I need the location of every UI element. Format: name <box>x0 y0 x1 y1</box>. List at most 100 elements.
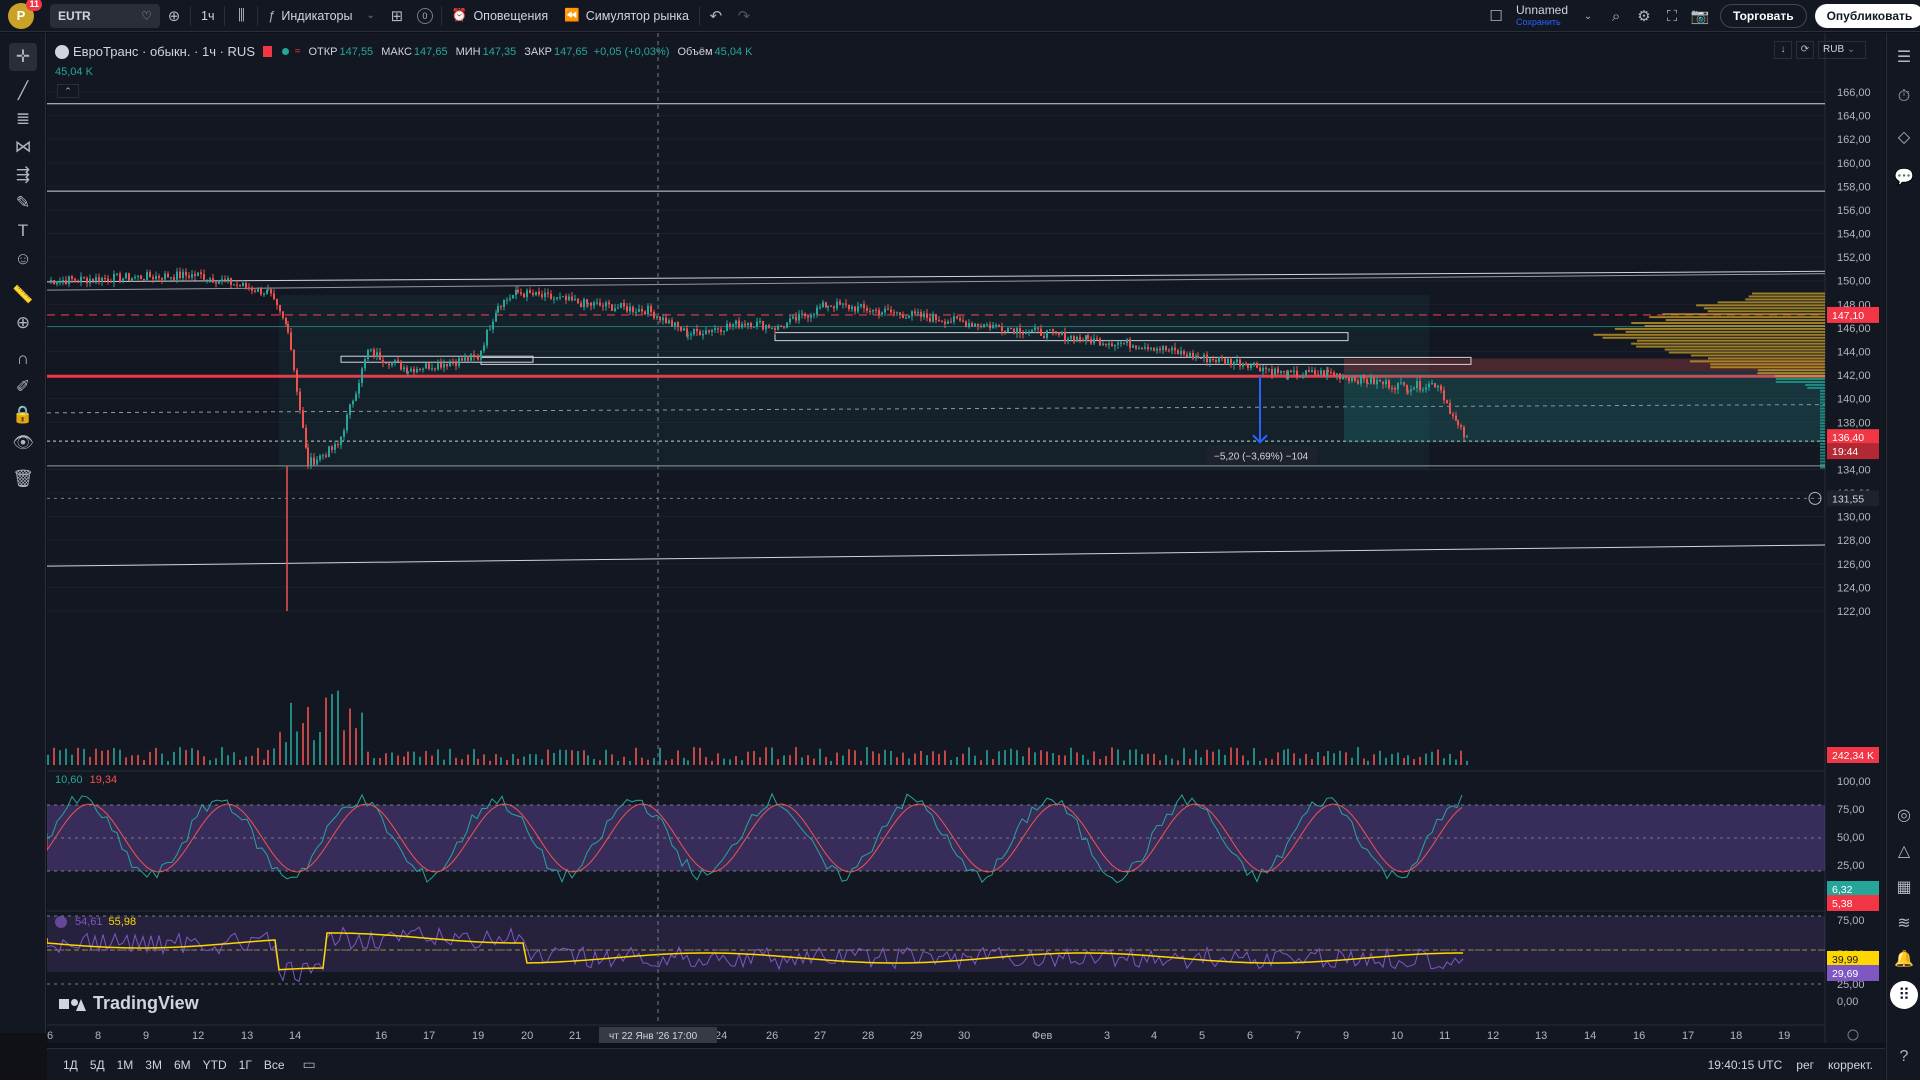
candle-body <box>158 276 160 278</box>
tradingview-watermark[interactable]: TradingView <box>59 993 199 1014</box>
range-7[interactable]: Все <box>258 1058 291 1072</box>
candle-body <box>1283 371 1285 373</box>
candle-body <box>1183 351 1185 355</box>
templates-count[interactable]: 0 <box>411 2 439 30</box>
adjust-button[interactable]: коррект. <box>1828 1058 1873 1072</box>
trend-line-icon[interactable]: ╱ <box>9 77 37 105</box>
volume-bar <box>1407 755 1409 765</box>
trade-button[interactable]: Торговать <box>1720 4 1807 28</box>
candle-body <box>938 319 940 322</box>
volume-bar <box>836 752 838 765</box>
magnet-icon[interactable]: ∩ <box>9 345 37 373</box>
range-1[interactable]: 5Д <box>84 1058 111 1072</box>
visibility-toggle-icon[interactable]: ≈ <box>295 46 301 57</box>
candle-body <box>391 361 393 366</box>
target-icon[interactable]: ◎ <box>1890 801 1918 829</box>
brush-icon[interactable]: ✎ <box>9 189 37 217</box>
stream-icon[interactable]: ≋ <box>1890 909 1918 937</box>
save-layout-label[interactable]: Сохранить <box>1516 16 1568 28</box>
download-icon[interactable]: ↓ <box>1774 41 1792 59</box>
refresh-icon[interactable]: ⟳ <box>1796 41 1814 59</box>
zoom-in-icon[interactable]: ⊕ <box>9 309 37 337</box>
symbol-search[interactable]: EUTR ♡ <box>50 3 160 28</box>
candle-body <box>917 312 919 314</box>
user-avatar[interactable]: P 11 <box>8 0 42 29</box>
trash-icon[interactable]: 🗑 <box>9 465 37 493</box>
candle-body <box>825 302 827 308</box>
range-5[interactable]: YTD <box>197 1058 233 1072</box>
crosshair-icon[interactable]: ✛ <box>9 43 37 71</box>
candle-body <box>702 334 704 336</box>
compare-add-icon[interactable]: ⊕ <box>160 2 188 30</box>
range-6[interactable]: 1Г <box>233 1058 258 1072</box>
candle-body <box>807 315 809 318</box>
range-4[interactable]: 6М <box>168 1058 197 1072</box>
fib-retracement-icon[interactable]: ≣ <box>9 105 37 133</box>
chart-area[interactable]: 166,00 164,00 162,00 160,00 158,00 156,00 154,… <box>47 33 1885 1043</box>
volume-bar <box>477 758 479 765</box>
publish-button[interactable]: Опубликовать <box>1814 4 1920 28</box>
candle-body <box>529 290 531 294</box>
volume-sub-legend: 45,04 K <box>55 66 93 78</box>
alerts-button[interactable]: ⏰ Оповещения <box>444 0 556 32</box>
replay-button[interactable]: ⏪ Симулятор рынка <box>556 0 697 32</box>
session-button[interactable]: рег <box>1796 1058 1814 1072</box>
interval-button[interactable]: 1ч <box>193 0 222 32</box>
keep-drawing-icon[interactable]: ✐ <box>9 373 37 401</box>
volume-bar <box>155 747 157 765</box>
camera-icon[interactable]: 📷 <box>1686 2 1714 30</box>
text-icon[interactable]: T <box>9 217 37 245</box>
templates-icon[interactable]: ⊞ <box>383 2 411 30</box>
candle-body <box>107 278 109 282</box>
ruler-icon[interactable]: 📏 <box>9 281 37 309</box>
quick-search-icon[interactable]: ⌕ <box>1602 2 1630 30</box>
candle-body <box>1382 381 1384 385</box>
eye-icon[interactable]: 👁 <box>9 429 37 457</box>
candle-style-icon[interactable]: ⫼ <box>227 2 255 30</box>
chevron-down-icon[interactable]: ⌄ <box>1574 2 1602 30</box>
lock-icon[interactable]: 🔒 <box>9 401 37 429</box>
candle-body <box>287 323 289 333</box>
volume-bar <box>1165 754 1167 765</box>
ideas-icon[interactable]: △ <box>1890 837 1918 865</box>
clock-display[interactable]: 19:40:15 UTC <box>1708 1058 1783 1072</box>
chat-icon[interactable]: 💬 <box>1890 163 1918 191</box>
pattern-icon[interactable]: ⋈ <box>9 133 37 161</box>
range-0[interactable]: 1Д <box>57 1058 84 1072</box>
watchlist-icon[interactable]: ☰ <box>1890 43 1918 71</box>
layout-select-icon[interactable]: ☐ <box>1482 2 1510 30</box>
volume-bar <box>1052 753 1054 765</box>
redo-icon[interactable]: ↷ <box>730 2 758 30</box>
volume-bar <box>635 747 637 765</box>
volume-bar <box>385 753 387 765</box>
collapse-legend-button[interactable]: ⌃ <box>57 84 79 98</box>
candle-body <box>239 284 241 287</box>
candle-body <box>233 284 235 286</box>
settings-icon[interactable]: ⚙ <box>1630 2 1658 30</box>
alerts-clock-icon[interactable]: ⏱ <box>1890 83 1918 111</box>
goto-date-icon[interactable]: ▭ <box>303 1056 316 1073</box>
range-2[interactable]: 1М <box>111 1058 140 1072</box>
layers-icon[interactable]: ◇ <box>1890 123 1918 151</box>
range-3[interactable]: 3М <box>139 1058 168 1072</box>
volume-bar <box>285 742 287 765</box>
apps-grid-icon[interactable]: ⠿ <box>1890 981 1918 1009</box>
indicators-button[interactable]: ƒ Индикаторы ⌄ <box>260 0 382 32</box>
help-icon[interactable]: ? <box>1890 1043 1918 1071</box>
fullscreen-icon[interactable]: ⛶ <box>1658 2 1686 30</box>
prediction-icon[interactable]: ⇶ <box>9 161 37 189</box>
currency-select[interactable]: RUB ⌄ <box>1818 41 1866 59</box>
legend-title[interactable]: ЕвроТранс · обыкн. · 1ч · RUS <box>73 44 255 59</box>
candle-body <box>1452 413 1454 416</box>
candle-body <box>1400 382 1402 384</box>
undo-icon[interactable]: ↶ <box>702 2 730 30</box>
flag-icon[interactable] <box>263 46 272 57</box>
emoji-icon[interactable]: ☺ <box>9 245 37 273</box>
candle-body <box>1308 370 1310 373</box>
candle-body <box>410 368 412 372</box>
layout-name[interactable]: Unnamed Сохранить <box>1510 4 1574 28</box>
calendar-icon[interactable]: ▦ <box>1890 873 1918 901</box>
bell-icon[interactable]: 🔔 <box>1890 945 1918 973</box>
chart-canvas[interactable]: 166,00164,00162,00160,00158,00156,00154,… <box>47 33 1885 1043</box>
favorite-icon[interactable]: ♡ <box>141 9 152 23</box>
